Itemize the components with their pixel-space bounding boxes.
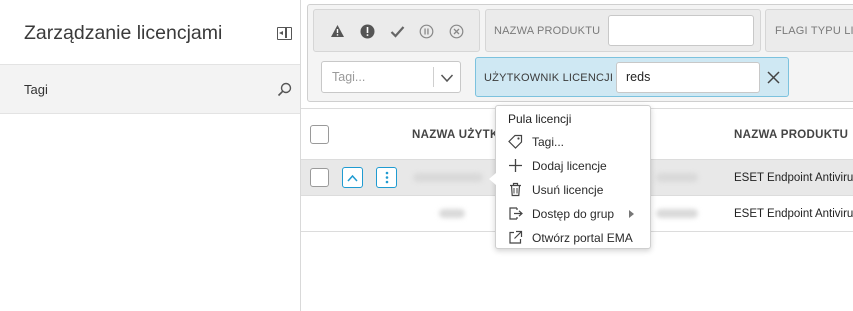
column-header-user[interactable]: NAZWA UŻYTK: [412, 129, 499, 141]
pause-icon[interactable]: [418, 23, 434, 39]
product-cell: ESET Endpoint Antiviru: [734, 172, 853, 184]
tags-select[interactable]: Tagi...: [321, 61, 461, 93]
cancel-icon[interactable]: [448, 23, 464, 39]
redacted-user-name: [439, 209, 465, 218]
row-checkbox[interactable]: [310, 168, 329, 187]
row-menu-button[interactable]: [376, 167, 397, 188]
menu-item-label: Tagi...: [532, 135, 565, 149]
menu-item-tags[interactable]: Tagi...: [496, 130, 650, 154]
plus-icon: [509, 159, 522, 172]
menu-item-label: Dodaj licencje: [532, 159, 607, 173]
menu-item-label: Otwórz portal EMA: [532, 231, 633, 245]
select-divider: [433, 67, 434, 87]
license-type-flags-label: FLAGI TYPU LIC: [775, 25, 853, 37]
page-title: Zarządzanie licencjami: [24, 22, 223, 44]
menu-item-add-licenses[interactable]: Dodaj licencje: [496, 154, 650, 178]
license-type-flags-filter[interactable]: FLAGI TYPU LIC: [765, 9, 853, 52]
product-name-label: NAZWA PRODUKTU: [494, 25, 601, 37]
menu-item-group-access[interactable]: Dostęp do grup: [496, 202, 650, 226]
tags-section[interactable]: Tagi: [0, 64, 300, 114]
external-link-icon: [509, 230, 523, 244]
menu-item-label: Usuń licencje: [532, 183, 604, 197]
license-user-filter: UŻYTKOWNIK LICENCJI reds: [475, 57, 789, 97]
product-name-input[interactable]: [608, 15, 754, 46]
warning-icon[interactable]: [329, 23, 345, 39]
select-all-checkbox[interactable]: [310, 125, 329, 144]
product-cell: ESET Endpoint Antiviru: [734, 208, 853, 220]
tags-select-placeholder: Tagi...: [332, 70, 366, 84]
status-filter-group: [313, 9, 480, 52]
context-menu-header: Pula licencji: [508, 112, 572, 126]
column-header-product[interactable]: NAZWA PRODUKTU: [734, 129, 848, 141]
collapse-sidebar-icon[interactable]: [277, 27, 292, 40]
check-icon[interactable]: [389, 23, 405, 39]
menu-item-label: Dostęp do grup: [532, 207, 615, 221]
trash-icon: [510, 182, 521, 197]
tags-label: Tagi: [24, 82, 48, 97]
redacted-value: [656, 173, 698, 182]
menu-item-open-ema-portal[interactable]: Otwórz portal EMA: [496, 226, 650, 250]
menu-caret: [489, 173, 496, 185]
redacted-value: [656, 209, 698, 218]
product-name-filter: NAZWA PRODUKTU: [485, 9, 761, 52]
filter-bar: NAZWA PRODUKTU FLAGI TYPU LIC Tagi... UŻ…: [307, 4, 853, 102]
menu-item-remove-licenses[interactable]: Usuń licencje: [496, 178, 650, 202]
expand-row-button[interactable]: [342, 167, 363, 188]
close-icon[interactable]: [766, 70, 781, 85]
sidebar: Zarządzanie licencjami Tagi: [0, 0, 301, 311]
group-access-icon: [509, 207, 523, 220]
submenu-arrow-icon: [629, 210, 634, 218]
license-user-input[interactable]: reds: [616, 62, 760, 93]
redacted-user-name: [413, 173, 483, 182]
chevron-down-icon[interactable]: [440, 71, 454, 85]
search-icon[interactable]: [277, 82, 292, 97]
license-user-label: UŻYTKOWNIK LICENCJI: [484, 72, 614, 84]
context-menu: Pula licencji Tagi... Dodaj licencje Usu…: [489, 105, 651, 250]
error-icon[interactable]: [359, 23, 375, 39]
tag-icon: [508, 134, 523, 149]
